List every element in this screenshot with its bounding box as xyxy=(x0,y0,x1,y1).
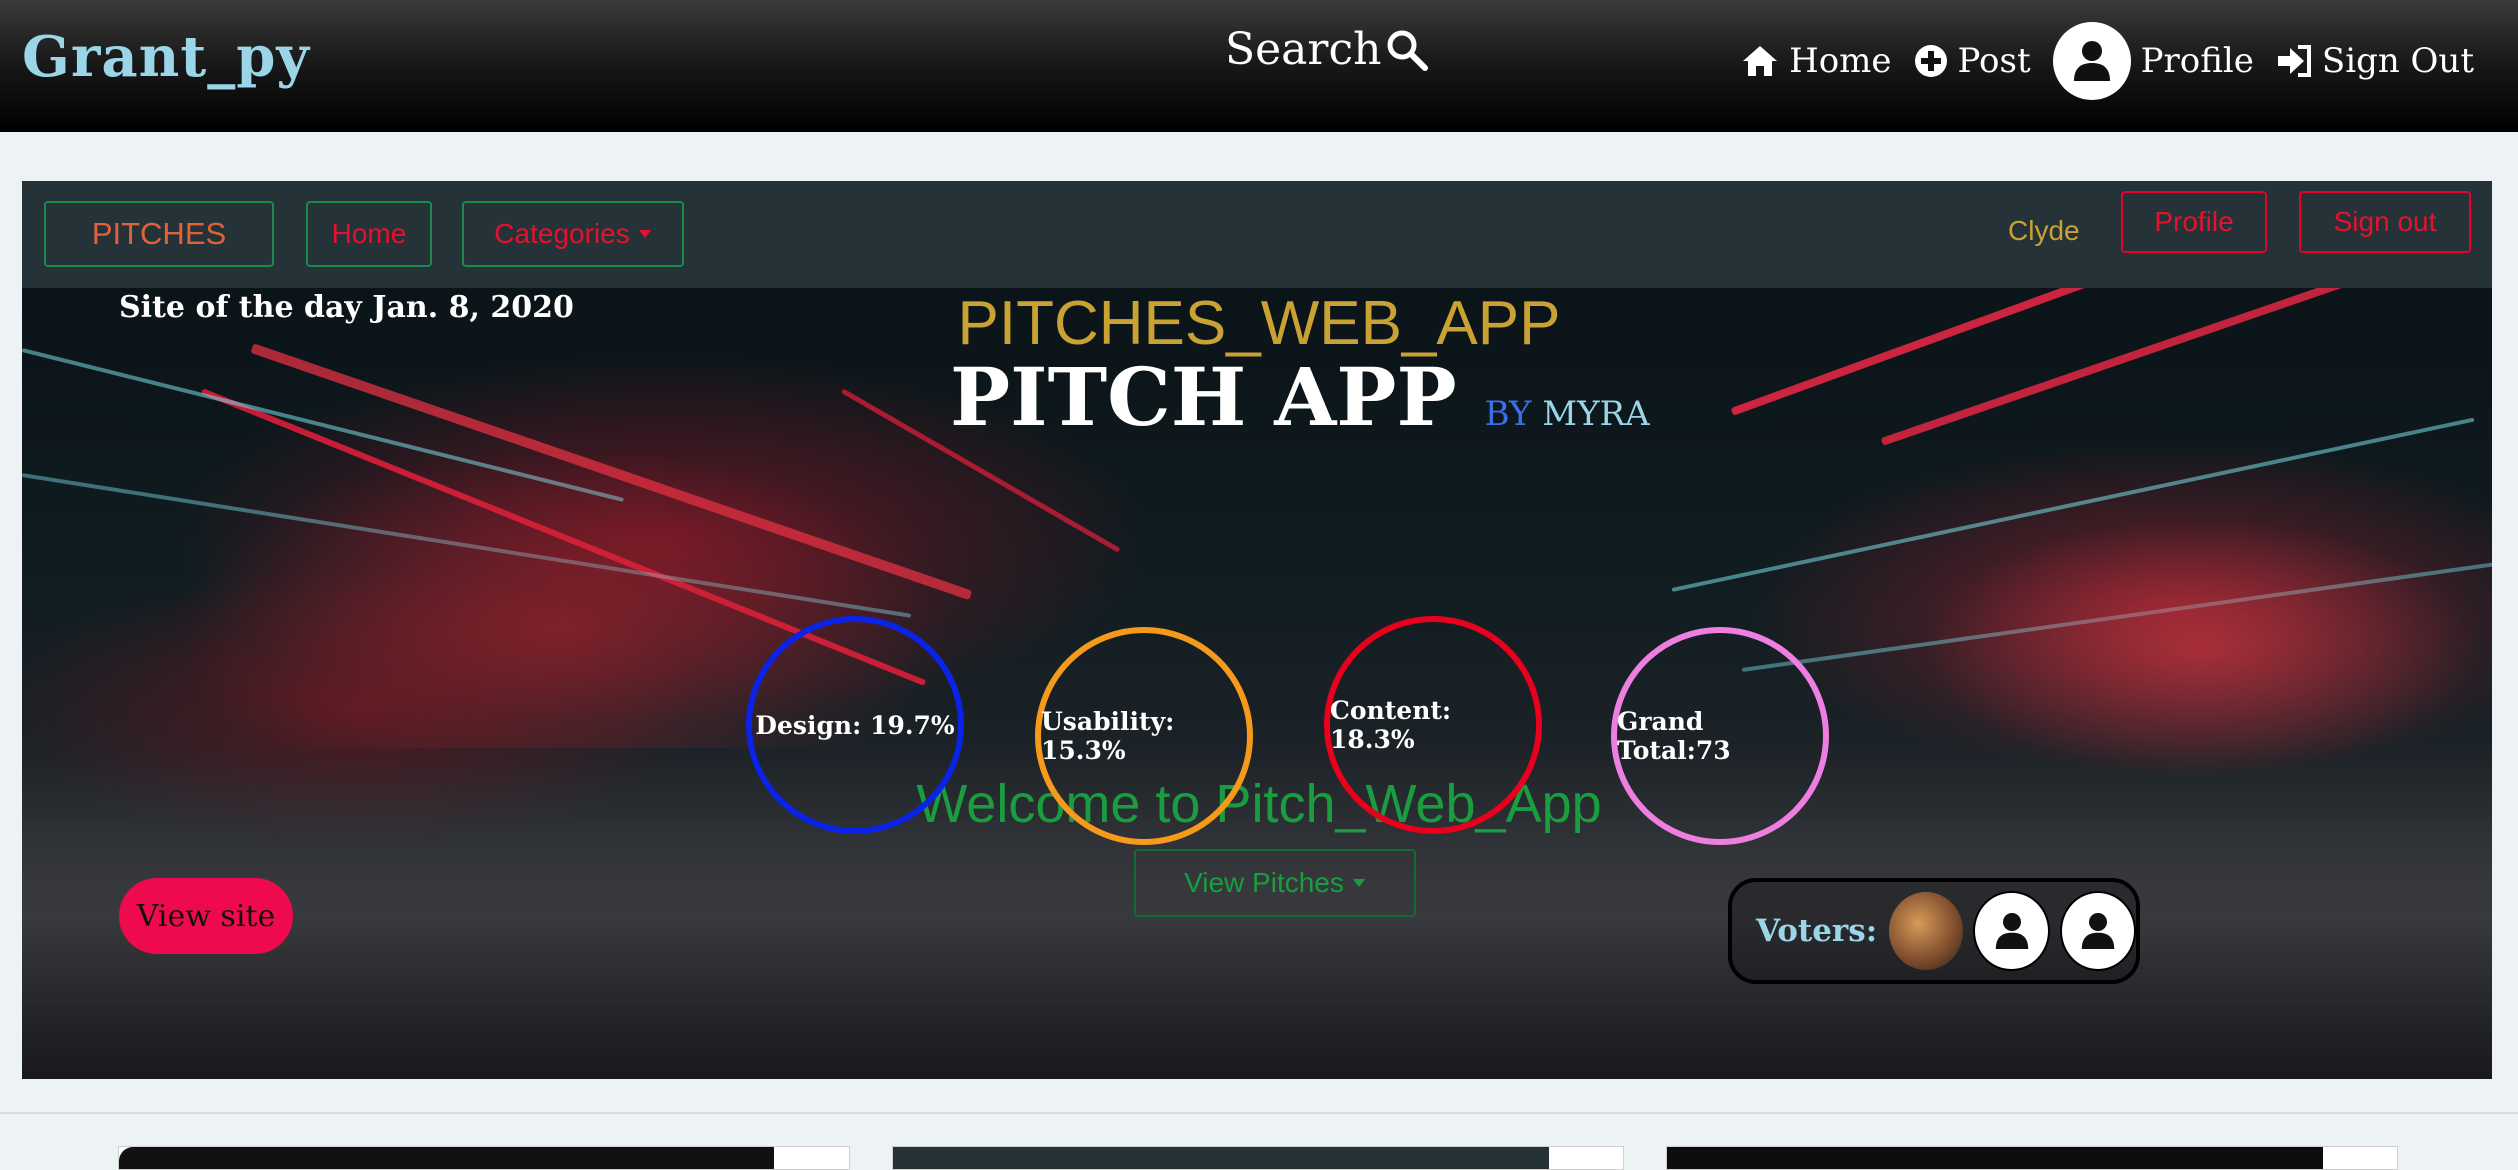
content-score-label: Content: 18.3% xyxy=(1330,696,1452,754)
voters-label: Voters: xyxy=(1756,913,1878,949)
voter-avatar[interactable] xyxy=(2059,891,2136,971)
preview-home-button[interactable]: Home xyxy=(306,201,432,267)
usability-score-label: Usability: 15.3% xyxy=(1041,707,1175,765)
preview-sign-out-button[interactable]: Sign out xyxy=(2299,191,2471,253)
thumbnail-preview-image xyxy=(893,1147,1549,1169)
search-label: Search xyxy=(1225,24,1382,75)
preview-brand-button[interactable]: PITCHES xyxy=(44,201,274,267)
preview-navbar: PITCHES Home Categories Clyde Profile Si… xyxy=(22,181,2492,288)
brand-logo[interactable]: Grant_py xyxy=(22,24,310,90)
nav-home[interactable]: Home xyxy=(1741,41,1892,81)
view-pitches-dropdown[interactable]: View Pitches xyxy=(1134,849,1416,917)
right-building-glow xyxy=(1922,518,2482,778)
nav-home-label: Home xyxy=(1789,41,1892,81)
view-site-button[interactable]: View site xyxy=(119,878,293,954)
preview-categories-label: Categories xyxy=(494,218,630,249)
design-score-label: Design: 19.7% xyxy=(755,710,955,740)
nav-post[interactable]: Post xyxy=(1914,41,2031,81)
hero-background-image: Site of the day Jan. 8, 2020 PITCHES_WEB… xyxy=(22,185,2492,1079)
by-label: BY xyxy=(1484,394,1532,434)
plus-circle-icon xyxy=(1914,45,1947,77)
nav-sign-out-label: Sign Out xyxy=(2321,41,2474,81)
usability-score-circle: Usability: 15.3% xyxy=(1035,627,1253,845)
preview-sign-out-label: Sign out xyxy=(2333,206,2437,237)
user-icon xyxy=(2081,913,2115,949)
search-link[interactable]: Search xyxy=(1225,24,1429,75)
app-byline: BY MYRA xyxy=(1485,394,1650,434)
site-thumbnail[interactable] xyxy=(118,1146,850,1170)
profile-avatar[interactable] xyxy=(2052,22,2131,100)
site-thumbnail[interactable] xyxy=(1666,1146,2398,1170)
preview-app-title: PITCH APP BY MYRA xyxy=(950,350,1650,444)
welcome-text: Welcome to Pitch_Web_App xyxy=(916,774,1602,834)
user-icon xyxy=(1995,913,2028,949)
caret-down-icon xyxy=(1352,879,1365,887)
search-icon xyxy=(1387,30,1429,71)
caret-down-icon xyxy=(638,230,651,238)
app-name: PITCH APP xyxy=(950,350,1457,444)
view-pitches-label: View Pitches xyxy=(1184,867,1344,898)
top-nav-links: Home Post Profile Sign Out xyxy=(1741,22,2474,100)
preview-profile-button[interactable]: Profile xyxy=(2121,191,2267,253)
section-divider xyxy=(0,1112,2518,1114)
design-score-circle: Design: 19.7% xyxy=(746,616,964,834)
thumbnail-preview-image xyxy=(119,1147,774,1169)
nav-sign-out[interactable]: Sign Out xyxy=(2276,41,2474,81)
top-navbar: Grant_py Search Home Post Profile Sign O… xyxy=(0,0,2518,132)
preview-brand-label: PITCHES xyxy=(91,216,227,251)
sign-out-icon xyxy=(2277,45,2311,77)
site-thumbnail[interactable] xyxy=(892,1146,1624,1170)
preview-categories-dropdown[interactable]: Categories xyxy=(462,201,684,267)
home-icon xyxy=(1743,46,1778,76)
voter-avatar[interactable] xyxy=(1973,891,2050,971)
preview-profile-label: Profile xyxy=(2154,206,2234,237)
content-score-circle: Content: 18.3% xyxy=(1324,616,1542,834)
preview-username: Clyde xyxy=(2008,215,2080,246)
author-name: MYRA xyxy=(1542,394,1650,434)
nav-profile-label: Profile xyxy=(2140,41,2254,81)
nav-profile[interactable]: Profile xyxy=(2052,22,2254,100)
view-site-label: View site xyxy=(136,898,276,934)
preview-home-label: Home xyxy=(331,218,407,249)
voters-panel: Voters: xyxy=(1728,878,2140,984)
thumbnail-preview-image xyxy=(1667,1147,2323,1169)
grand-total-circle: Grand Total:73 xyxy=(1611,627,1829,845)
nav-post-label: Post xyxy=(1957,41,2031,81)
voter-avatar-photo[interactable] xyxy=(1889,892,1964,970)
preview-site-title: PITCHES_WEB_APP xyxy=(957,289,1561,358)
user-icon xyxy=(2073,41,2110,81)
grand-total-label: Grand Total:73 xyxy=(1617,707,1731,765)
site-of-the-day-card: PITCHES Home Categories Clyde Profile Si… xyxy=(22,181,2492,1079)
site-of-the-day-label: Site of the day Jan. 8, 2020 xyxy=(119,290,574,325)
